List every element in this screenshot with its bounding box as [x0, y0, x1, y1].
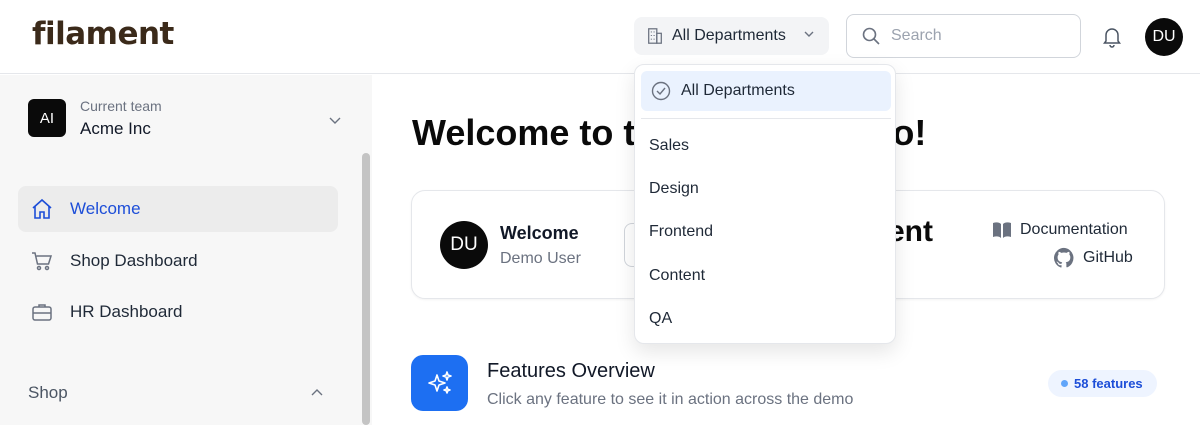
- sidebar-item-label: Shop Dashboard: [70, 251, 198, 270]
- team-avatar[interactable]: AI: [28, 99, 66, 137]
- dropdown-option-qa[interactable]: QA: [649, 310, 672, 328]
- chevron-up-icon[interactable]: [310, 386, 324, 400]
- team-label: Current team: [80, 98, 162, 114]
- features-icon-tile: [411, 355, 468, 411]
- sidebar-item-welcome[interactable]: Welcome: [18, 186, 338, 232]
- dropdown-option-design[interactable]: Design: [649, 180, 699, 198]
- top-bar: filament All Departments DU: [0, 0, 1200, 74]
- dropdown-option-sales[interactable]: Sales: [649, 137, 689, 155]
- sidebar-scrollbar[interactable]: [362, 153, 370, 425]
- features-count-badge: 58 features: [1048, 370, 1157, 397]
- user-avatar[interactable]: DU: [1145, 18, 1183, 56]
- building-icon: [648, 28, 662, 44]
- dropdown-divider: [641, 118, 891, 119]
- features-title: Features Overview: [487, 360, 655, 382]
- cart-icon: [32, 252, 53, 271]
- sidebar-item-label: HR Dashboard: [70, 302, 183, 321]
- dropdown-option-content[interactable]: Content: [649, 267, 705, 285]
- chevron-down-icon: [804, 31, 814, 37]
- documentation-link[interactable]: Documentation: [992, 221, 1128, 239]
- sidebar-item-hr-dashboard[interactable]: HR Dashboard: [18, 289, 338, 335]
- department-selector-label: All Departments: [672, 27, 786, 44]
- card-subtitle: Demo User: [500, 250, 581, 267]
- dropdown-option-all-departments[interactable]: All Departments: [641, 71, 891, 111]
- search-input[interactable]: [891, 27, 1061, 45]
- app-logo[interactable]: filament: [32, 16, 174, 52]
- sidebar: AI Current team Acme Inc Welcome Shop Da…: [0, 75, 372, 425]
- search-box[interactable]: [846, 14, 1081, 58]
- sidebar-section-shop[interactable]: Shop: [28, 383, 68, 403]
- github-icon: [1053, 247, 1074, 268]
- sidebar-item-label: Welcome: [70, 199, 141, 218]
- github-link[interactable]: GitHub: [1053, 247, 1133, 269]
- card-title: Welcome: [500, 223, 579, 243]
- avatar: DU: [440, 221, 488, 269]
- department-selector[interactable]: All Departments: [634, 17, 829, 55]
- home-icon: [32, 198, 52, 219]
- dropdown-option-frontend[interactable]: Frontend: [649, 223, 713, 241]
- department-dropdown: All Departments Sales Design Frontend Co…: [634, 64, 896, 344]
- dropdown-option-label: All Departments: [681, 82, 795, 99]
- check-circle-icon: [651, 81, 671, 101]
- notification-bell-icon[interactable]: [1100, 24, 1124, 48]
- chevron-down-icon[interactable]: [328, 113, 342, 127]
- github-label: GitHub: [1083, 249, 1133, 266]
- briefcase-icon: [32, 304, 52, 321]
- sidebar-item-shop-dashboard[interactable]: Shop Dashboard: [18, 238, 338, 284]
- book-icon: [993, 222, 1011, 238]
- sparkles-icon: [427, 371, 452, 394]
- search-icon: [862, 27, 880, 45]
- features-subtitle: Click any feature to see it in action ac…: [487, 391, 854, 408]
- documentation-label: Documentation: [1020, 221, 1128, 238]
- team-name[interactable]: Acme Inc: [80, 119, 151, 139]
